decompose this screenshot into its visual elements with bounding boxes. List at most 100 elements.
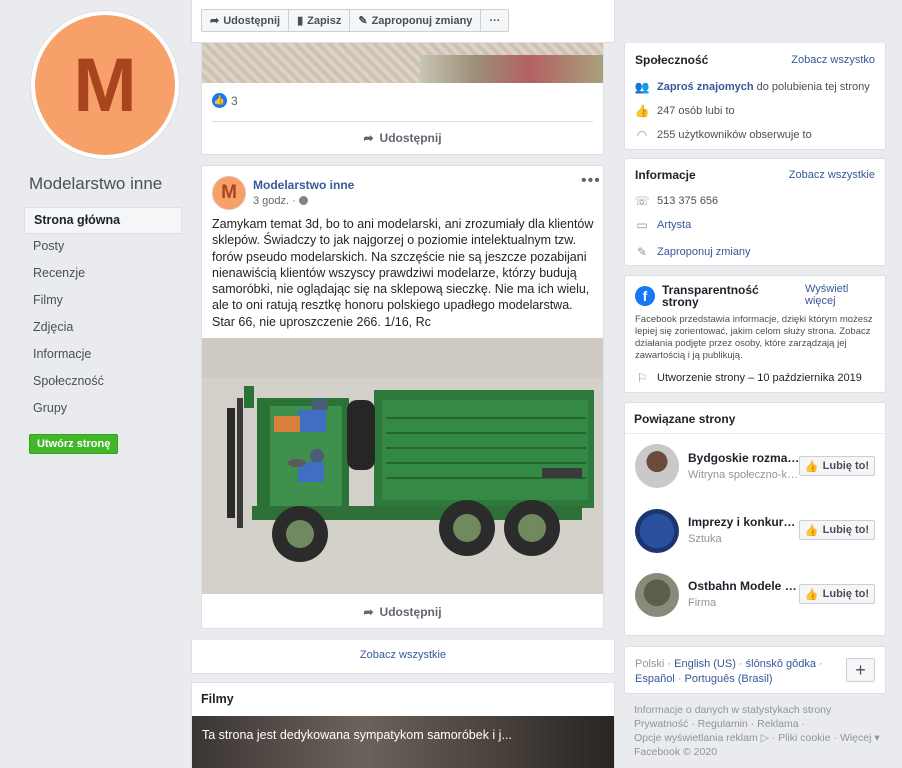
transparency-card: f Transparentność strony Wyświetl więcej… [624, 275, 886, 393]
post-author-name[interactable]: Modelarstwo inne [253, 178, 354, 192]
nav-item-community[interactable]: Społeczność [24, 369, 182, 396]
nav-item-groups[interactable]: Grupy [24, 396, 182, 423]
post-photo[interactable] [202, 338, 603, 594]
language-portuguese[interactable]: Português (Brasil) [685, 673, 773, 685]
thumbs-up-icon: 👍 [804, 524, 819, 537]
rss-icon: ◠ [636, 128, 648, 142]
post-image-detail [420, 55, 603, 83]
phone-number[interactable]: 513 375 656 [657, 195, 718, 207]
footer-cookies-link[interactable]: Pliki cookie [778, 732, 831, 744]
likes-count: 247 osób lubi to [657, 105, 735, 117]
category-icon: ▭ [636, 218, 648, 232]
language-silesian[interactable]: ślōnskŏ gŏdka [746, 658, 816, 670]
follows-count: 255 użytkowników obserwuje to [657, 129, 812, 141]
likes-row: 👍 247 osób lubi to [635, 104, 735, 118]
invite-friends-row: 👥 Zaproś znajomych do polubienia tej str… [635, 80, 870, 94]
nav-item-home[interactable]: Strona główna [24, 207, 182, 234]
thumbs-up-icon: 👍 [804, 588, 819, 601]
thumbs-up-icon: 👍 [804, 460, 819, 473]
like-page-button[interactable]: 👍 Lubię to! [799, 456, 875, 476]
related-page-avatar[interactable] [635, 573, 679, 617]
footer-more-link[interactable]: Więcej [840, 732, 872, 744]
nav-item-videos[interactable]: Filmy [24, 288, 182, 315]
related-page-name[interactable]: Ostbahn Modele K... [688, 579, 800, 593]
community-title[interactable]: Społeczność [635, 53, 708, 67]
related-page-category: Witryna społeczno-ku... [688, 469, 800, 481]
post-time-text: 3 godz. · [253, 195, 296, 207]
page-actions: ➦ Udostępnij ▮ Zapisz ✎ Zaproponuj zmian… [201, 9, 510, 32]
nav-item-photos[interactable]: Zdjęcia [24, 315, 182, 342]
like-page-button[interactable]: 👍 Lubię to! [799, 584, 875, 604]
save-page-label: Zapisz [307, 14, 342, 27]
bookmark-icon: ▮ [297, 15, 304, 27]
reaction-count[interactable]: 👍 3 [212, 93, 238, 108]
language-spanish[interactable]: Español [635, 673, 675, 685]
reaction-count-value: 3 [231, 93, 238, 108]
more-actions-button[interactable]: ··· [481, 10, 508, 31]
footer-ads-link[interactable]: Reklama [757, 718, 798, 730]
page-nav: Strona główna Posty Recenzje Filmy Zdjęc… [24, 207, 182, 423]
post-body: Zamykam temat 3d, bo to ani modelarski, … [212, 216, 596, 330]
follows-row: ◠ 255 użytkowników obserwuje to [635, 128, 812, 142]
pencil-icon: ✎ [358, 15, 368, 27]
thumbs-up-icon: 👍 [634, 104, 650, 118]
page-created-row: ⚐ Utworzenie strony – 10 października 20… [635, 371, 862, 385]
footer-adchoices-link[interactable]: Opcje wyświetlania reklam [634, 732, 758, 744]
community-card: Społeczność Zobacz wszystko 👥 Zaproś zna… [624, 43, 886, 150]
related-page-category: Sztuka [688, 533, 722, 545]
page-created-text: Utworzenie strony – 10 października 2019 [657, 372, 862, 384]
suggest-edits-label: Zaproponuj zmiany [371, 14, 473, 27]
video-thumbnail[interactable] [192, 716, 614, 768]
post-timestamp[interactable]: 3 godz. · [253, 195, 308, 207]
info-title[interactable]: Informacje [635, 168, 696, 182]
post-author-avatar[interactable]: M [212, 176, 246, 210]
footer-terms-link[interactable]: Regulamin [698, 718, 748, 730]
related-page-avatar[interactable] [635, 509, 679, 553]
nav-item-posts[interactable]: Posty [24, 234, 182, 261]
share-page-button[interactable]: ➦ Udostępnij [202, 10, 290, 31]
suggest-edits-row: ✎ Zaproponuj zmiany [635, 245, 751, 259]
invite-friends-rest: do polubienia tej strony [753, 81, 870, 93]
post-share-button[interactable]: ➦ Udostępnij [212, 121, 593, 153]
post-text-line: Star 66, nie uproszczenie 266. 1/16, Rc [212, 314, 431, 329]
share-arrow-icon: ➦ [363, 605, 374, 619]
save-page-button[interactable]: ▮ Zapisz [289, 10, 351, 31]
phone-row: ☏ 513 375 656 [635, 194, 719, 208]
invite-friends-link[interactable]: Zaproś znajomych [657, 81, 754, 93]
suggest-edits-button[interactable]: ✎ Zaproponuj zmiany [350, 10, 482, 31]
add-language-button[interactable]: + [846, 658, 875, 682]
footer-privacy-link[interactable]: Prywatność [634, 718, 688, 730]
language-english[interactable]: English (US) [674, 658, 736, 670]
transparency-see-more-link[interactable]: Wyświetl więcej [805, 283, 865, 307]
info-see-all-link[interactable]: Zobacz wszystkie [789, 169, 875, 181]
see-all-posts-link[interactable]: Zobacz wszystkie [191, 640, 615, 674]
suggest-edits-link[interactable]: Zaproponuj zmiany [657, 246, 751, 258]
nav-item-reviews[interactable]: Recenzje [24, 261, 182, 288]
related-page-avatar[interactable] [635, 444, 679, 488]
footer-insights-link[interactable]: Informacje o danych w statystykach stron… [634, 703, 884, 717]
like-page-button[interactable]: 👍 Lubię to! [799, 520, 875, 540]
facebook-logo-icon: f [635, 286, 655, 306]
related-page-name[interactable]: Imprezy i konkurs... [688, 515, 800, 529]
related-page-name[interactable]: Bydgoskie rozmai... [688, 451, 800, 465]
community-see-all-link[interactable]: Zobacz wszystko [791, 54, 875, 66]
globe-icon [298, 196, 308, 205]
footer-copyright: Facebook © 2020 [634, 746, 718, 758]
nav-item-about[interactable]: Informacje [24, 342, 182, 369]
page-footer: Informacje o danych w statystykach stron… [634, 703, 884, 759]
create-page-button[interactable]: Utwórz stronę [29, 434, 119, 454]
category-row: ▭ Artysta [635, 218, 691, 232]
page-avatar[interactable]: M [30, 10, 180, 160]
post-share-button[interactable]: ➦ Udostępnij [212, 596, 593, 628]
chevron-down-icon: ▾ [874, 732, 880, 744]
post-text: Zamykam temat 3d, bo to ani modelarski, … [212, 217, 594, 313]
related-pages-card: Powiązane strony Bydgoskie rozmai... Wit… [624, 402, 886, 636]
related-pages-title: Powiązane strony [634, 412, 736, 426]
videos-section-title[interactable]: Filmy [201, 692, 234, 706]
related-page-category: Firma [688, 597, 717, 609]
transparency-title[interactable]: Transparentność strony [662, 284, 792, 308]
category-link[interactable]: Artysta [657, 219, 691, 231]
post-options-button[interactable]: ••• [581, 172, 601, 190]
video-caption[interactable]: Ta strona jest dedykowana sympatykom sam… [202, 728, 512, 742]
page-title: Modelarstwo inne [29, 174, 163, 193]
